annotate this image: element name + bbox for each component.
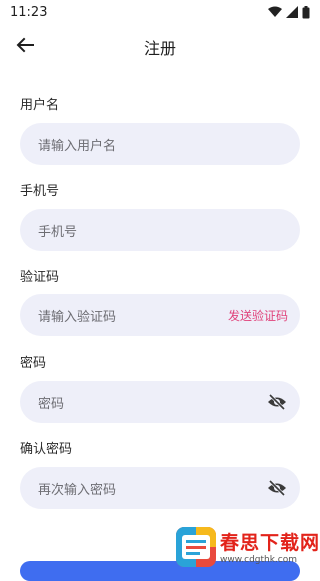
password-placeholder: 密码 (38, 396, 65, 412)
watermark: 春思下载网 www.cdgthk.com (176, 524, 320, 569)
eye-off-icon (268, 480, 286, 496)
page-title: 注册 (143, 39, 176, 58)
watermark-url: www.cdgthk.com (220, 555, 298, 565)
code-placeholder: 请输入验证码 (38, 309, 117, 325)
phone-label: 手机号 (20, 184, 60, 199)
password-label: 密码 (20, 356, 47, 371)
password-field[interactable]: 密码 (20, 381, 300, 423)
confirm-password-label: 确认密码 (20, 442, 73, 457)
username-placeholder: 请输入用户名 (38, 138, 117, 154)
send-code-button[interactable]: 发送验证码 (228, 307, 288, 324)
phone-field[interactable]: 手机号 (20, 209, 300, 251)
eye-off-icon (268, 394, 286, 410)
wifi-icon (268, 6, 282, 17)
confirm-password-placeholder: 再次输入密码 (38, 482, 117, 498)
signal-icon (286, 6, 298, 18)
code-label: 验证码 (20, 270, 60, 285)
confirm-visibility-toggle[interactable] (266, 477, 288, 499)
watermark-logo-icon (176, 526, 216, 567)
confirm-password-field[interactable]: 再次输入密码 (20, 467, 300, 509)
password-visibility-toggle[interactable] (266, 391, 288, 413)
phone-placeholder: 手机号 (38, 224, 78, 240)
username-label: 用户名 (20, 98, 60, 113)
status-time: 11:23 (10, 4, 48, 20)
status-bar: 11:23 (0, 0, 320, 24)
battery-icon (302, 5, 310, 18)
watermark-title: 春思下载网 (220, 532, 320, 554)
app-bar: 注册 (0, 28, 320, 62)
status-icons (268, 5, 310, 19)
username-field[interactable]: 请输入用户名 (20, 123, 300, 165)
code-field[interactable]: 请输入验证码 发送验证码 (20, 294, 300, 336)
